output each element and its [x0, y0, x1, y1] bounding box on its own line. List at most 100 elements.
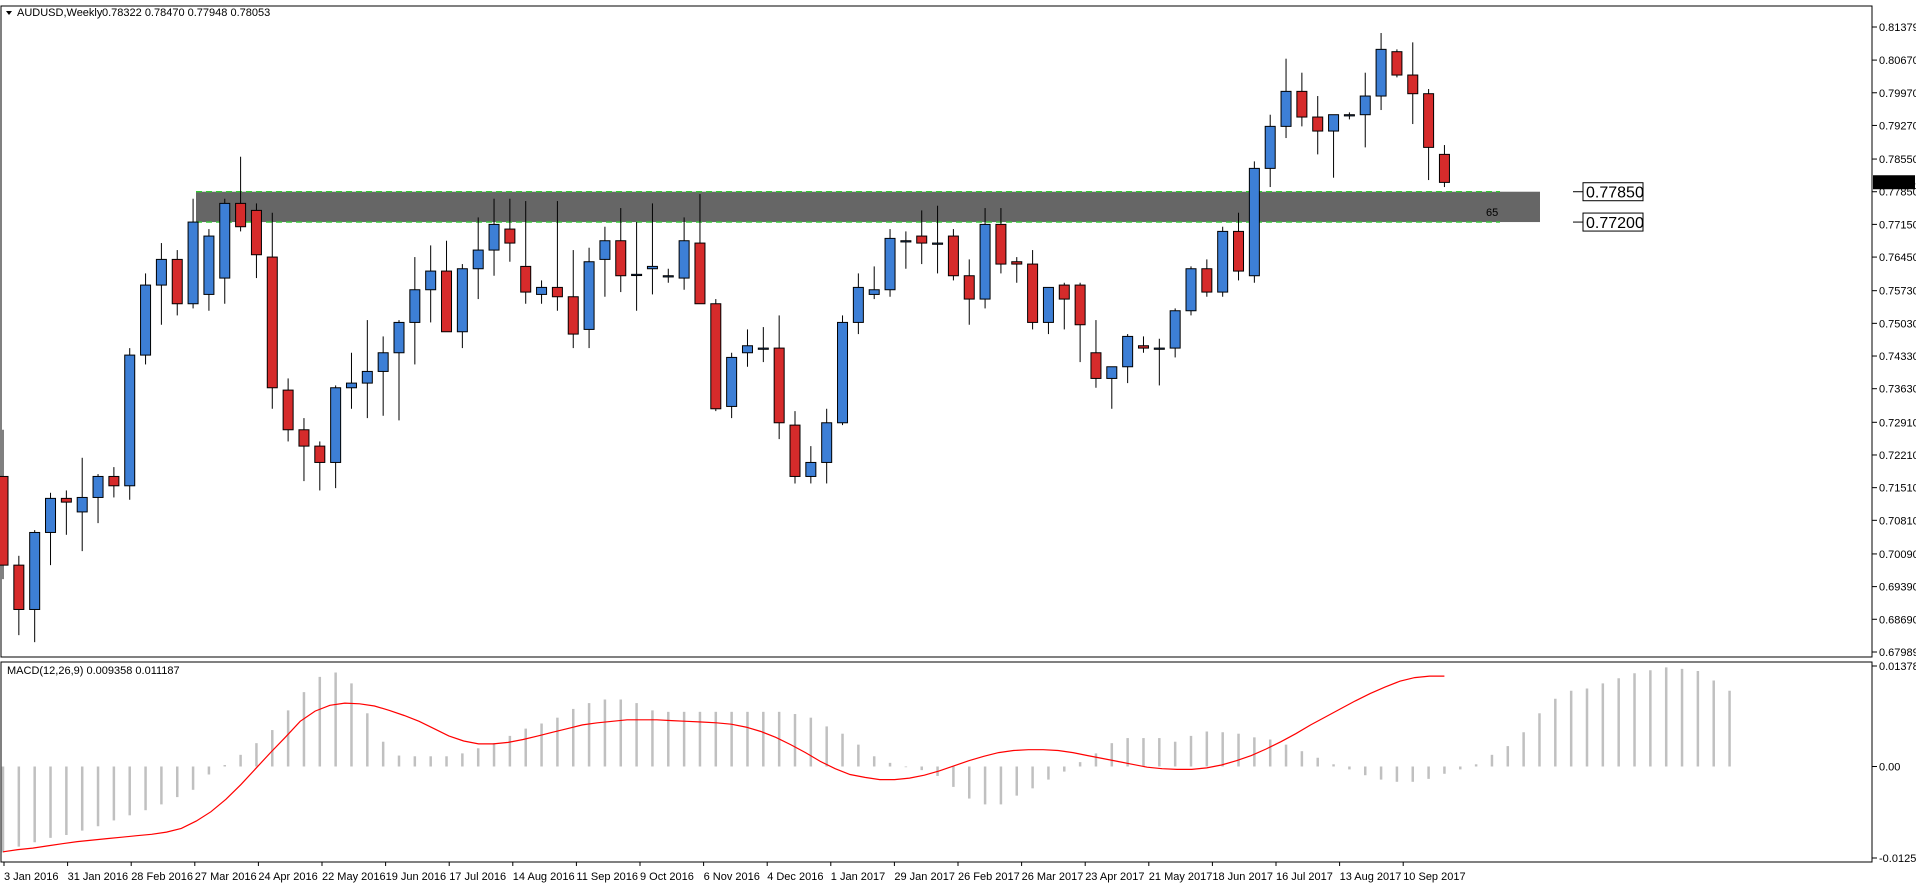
candle-body — [1280, 90, 1292, 127]
current-price-label: 0.78053 — [1876, 177, 1916, 189]
candle-body — [345, 382, 357, 389]
candle-body — [203, 235, 215, 295]
candle — [884, 229, 896, 297]
price-tick-label: 0.75030 — [1879, 318, 1916, 330]
candle — [710, 299, 722, 412]
macd-tick-label: 0.013789 — [1879, 661, 1916, 673]
candle-body — [393, 321, 405, 354]
candle-body — [710, 303, 722, 410]
candle-body — [1090, 352, 1102, 379]
macd-panel-frame — [0, 661, 1873, 863]
candle-body — [884, 237, 896, 291]
price-tick-label: 0.75730 — [1879, 286, 1916, 298]
candle-body — [76, 496, 88, 513]
macd-tick-label: -0.012557 — [1879, 853, 1916, 865]
candle-body — [472, 249, 484, 270]
candle-body — [92, 475, 104, 498]
time-tick-label: 6 Nov 2016 — [704, 871, 760, 883]
candle-body — [504, 228, 516, 244]
candle-body — [1074, 284, 1086, 326]
macd-label: MACD(12,26,9) 0.009358 0.011187 — [7, 665, 180, 677]
symbol-label: AUDUSD,Weekly — [17, 7, 103, 19]
candle-body — [361, 370, 373, 384]
candle — [124, 348, 136, 500]
candle-body — [1185, 268, 1197, 312]
candle-body — [425, 270, 437, 291]
candle-body — [805, 461, 817, 477]
candle-body — [1328, 114, 1340, 132]
time-tick-label: 19 Jun 2016 — [386, 871, 447, 883]
candle-body — [13, 564, 25, 610]
price-tick-label: 0.71510 — [1879, 483, 1916, 495]
candle-body — [536, 286, 548, 295]
price-tick-label: 0.79970 — [1879, 88, 1916, 100]
candle — [140, 273, 152, 365]
candle — [1185, 266, 1197, 316]
candle-body — [108, 475, 120, 487]
candle-body — [694, 242, 706, 305]
price-tick-label: 0.74330 — [1879, 351, 1916, 363]
candle-body — [298, 429, 310, 447]
candle-body — [567, 296, 579, 335]
candle-body — [1423, 93, 1435, 148]
price-tick-label: 0.77150 — [1879, 219, 1916, 231]
candle-body — [1248, 167, 1260, 277]
candle-body — [1375, 48, 1387, 97]
time-tick-label: 29 Jan 2017 — [894, 871, 955, 883]
candle-body — [678, 240, 690, 279]
candle-body — [520, 265, 532, 293]
candle-body — [1011, 261, 1023, 265]
candle-body — [314, 445, 326, 463]
candle-body — [1201, 268, 1213, 293]
time-tick-label: 4 Dec 2016 — [767, 871, 823, 883]
price-tick-label: 0.76450 — [1879, 252, 1916, 264]
candle-body — [1438, 153, 1450, 183]
candle-body — [583, 261, 595, 330]
time-tick-label: 17 Jul 2016 — [449, 871, 506, 883]
price-tick-label: 0.72910 — [1879, 417, 1916, 429]
candle-body — [330, 387, 342, 463]
candle-body — [250, 209, 262, 256]
candle-body — [235, 202, 247, 228]
price-tick-label: 0.79270 — [1879, 120, 1916, 132]
price-tick-label: 0.67989 — [1879, 647, 1916, 659]
time-tick-label: 23 Apr 2017 — [1085, 871, 1144, 883]
candle-body — [789, 424, 801, 477]
candle-body — [29, 531, 41, 610]
candle-body — [1027, 263, 1039, 323]
candle-body — [1391, 51, 1403, 76]
candle-body — [631, 273, 643, 277]
candle-body — [662, 275, 674, 278]
main-panel-frame — [0, 5, 1873, 658]
price-tick-label: 0.80670 — [1879, 55, 1916, 67]
time-tick-label: 21 May 2017 — [1149, 871, 1213, 883]
time-tick-label: 16 Jul 2017 — [1276, 871, 1333, 883]
price-tick-label: 0.73630 — [1879, 384, 1916, 396]
candle-body — [1153, 347, 1165, 350]
candle-body — [900, 240, 912, 243]
candle-body — [932, 242, 944, 245]
candle — [947, 229, 959, 281]
candle-body — [1407, 74, 1419, 95]
candle-body — [615, 240, 627, 277]
price-tick-label: 0.68690 — [1879, 614, 1916, 626]
candle-body — [0, 475, 9, 566]
candle — [837, 315, 849, 426]
candle-body — [837, 321, 849, 424]
time-tick-label: 24 Apr 2016 — [258, 871, 317, 883]
time-tick-label: 14 Aug 2016 — [513, 871, 575, 883]
candle-body — [1122, 335, 1134, 368]
candle-body — [377, 352, 389, 372]
candle — [1217, 226, 1229, 297]
candle-body — [409, 289, 421, 323]
candle-body — [963, 275, 975, 300]
candle-body — [60, 497, 72, 503]
audusd-weekly-chart: AUDUSD,Weekly 0.78322 0.78470 0.77948 0.7… — [0, 5, 1916, 883]
price-tick-label: 0.70090 — [1879, 549, 1916, 561]
candle-body — [646, 265, 658, 270]
candle-body — [1106, 366, 1118, 379]
candle-body — [868, 289, 880, 295]
price-tick-label: 0.72210 — [1879, 450, 1916, 462]
candle-body — [947, 235, 959, 277]
candle-body — [1217, 230, 1229, 293]
